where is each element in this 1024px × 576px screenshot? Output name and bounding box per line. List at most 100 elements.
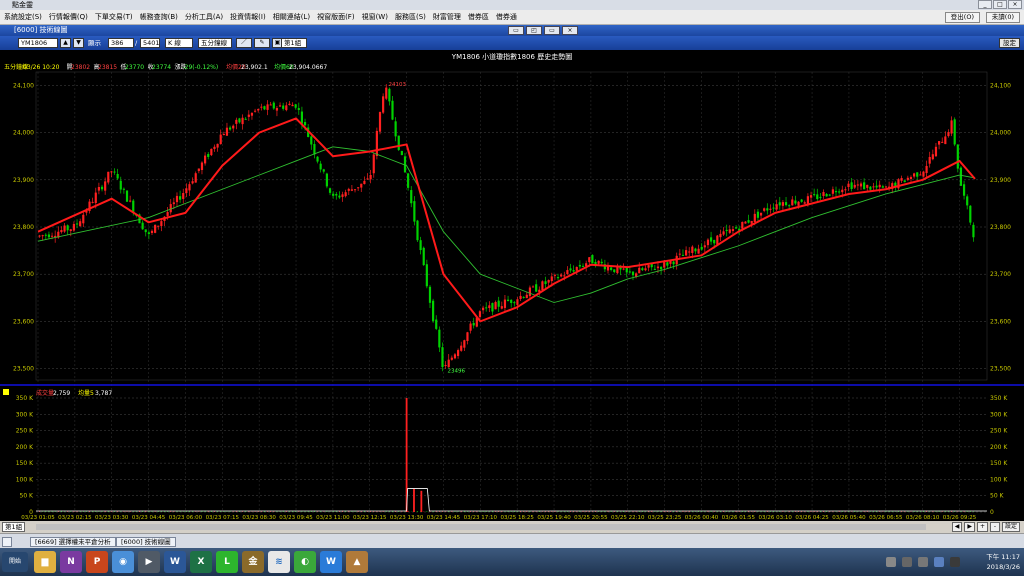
chart-window-restore-button[interactable]: ▭ <box>508 26 524 35</box>
candle-body <box>66 225 69 231</box>
group-label[interactable]: 第1組 <box>2 522 26 532</box>
candle-body <box>803 202 806 204</box>
candle-body <box>407 173 410 188</box>
logout-button[interactable]: 登出(O) <box>944 12 980 23</box>
chart-panel[interactable]: YM1806 小道瓊指數1806 歷史走勢圖 五分鐘線 03/26 10:20 開 23… <box>0 50 1024 521</box>
candle-body <box>853 184 856 188</box>
candle-body <box>185 188 188 193</box>
candle-body <box>419 240 422 251</box>
keyboard-tray-icon[interactable] <box>886 557 896 567</box>
candle-body <box>500 306 503 309</box>
candle-body <box>119 180 122 190</box>
power-tray-icon[interactable] <box>950 557 960 567</box>
up-arrow-icon[interactable]: ▲ <box>60 38 71 48</box>
menu-item-9[interactable]: 服務區(S) <box>395 10 426 25</box>
volume-tray-icon[interactable] <box>918 557 928 567</box>
page-select[interactable]: 第1組 <box>281 38 307 48</box>
menu-item-6[interactable]: 相關連結(L) <box>273 10 310 25</box>
price-tick-left: 23,900 <box>13 177 34 184</box>
total-count-input[interactable]: 5401 <box>140 38 160 48</box>
menu-item-0[interactable]: 系統設定(S) <box>4 10 42 25</box>
price-plot-frame <box>35 71 988 381</box>
info-datetime: 03/26 10:20 <box>23 64 60 71</box>
candle-body <box>722 231 725 235</box>
candle-body <box>856 184 859 186</box>
app-maximize-button[interactable]: □ <box>993 0 1007 9</box>
app-close-button[interactable]: × <box>1008 0 1022 9</box>
wps-icon[interactable]: W <box>320 551 342 573</box>
media-icon[interactable]: ▶ <box>138 551 160 573</box>
settings-button[interactable]: 設定 <box>999 38 1020 48</box>
tab-technical-chart[interactable]: [6000] 技術線圖 <box>116 537 176 547</box>
menu-item-3[interactable]: 帳務查詢(B) <box>140 10 178 25</box>
onenote-icon[interactable]: N <box>60 551 82 573</box>
candle-body <box>969 205 972 223</box>
menu-item-8[interactable]: 視窗(W) <box>362 10 388 25</box>
trading-app-icon[interactable]: 金 <box>242 551 264 573</box>
candle-body <box>909 177 913 179</box>
excel-icon[interactable]: X <box>190 551 212 573</box>
candlestick-chart[interactable]: YM1806 小道瓊指數1806 歷史走勢圖五分鐘線03/26 10:20 開23… <box>0 50 1024 521</box>
menu-item-1[interactable]: 行情報價(Q) <box>49 10 88 25</box>
menu-item-11[interactable]: 借券區 <box>468 10 489 25</box>
candle-body <box>681 254 685 256</box>
chart-window-tile-button[interactable]: ◰ <box>526 26 542 35</box>
menu-item-12[interactable]: 借券通 <box>496 10 517 25</box>
tab-scroll-icon[interactable] <box>2 537 12 547</box>
chrome-icon[interactable]: ◉ <box>112 551 134 573</box>
candle-body <box>691 246 694 253</box>
candle-body <box>456 350 460 356</box>
chart-title: YM1806 小道瓊指數1806 歷史走勢圖 <box>451 52 572 61</box>
scroll-left-button[interactable]: ◀ <box>951 522 963 532</box>
menu-item-2[interactable]: 下單交易(T) <box>95 10 133 25</box>
word-icon[interactable]: W <box>164 551 186 573</box>
fox-app-icon[interactable]: ▲ <box>346 551 368 573</box>
candle-body <box>310 136 313 145</box>
down-arrow-icon[interactable]: ▼ <box>73 38 84 48</box>
settings-button[interactable]: 設定 <box>1001 522 1020 532</box>
candle-body <box>644 268 647 271</box>
app-minimize-button[interactable]: _ <box>978 0 992 9</box>
menu-item-10[interactable]: 財富管理 <box>433 10 461 25</box>
powerpoint-icon[interactable]: P <box>86 551 108 573</box>
tab-options-analysis[interactable]: [6669] 選擇權未平倉分析 <box>30 537 116 547</box>
menu-item-7[interactable]: 視窗版面(F) <box>317 10 355 25</box>
candle-body <box>188 184 191 191</box>
symbol-select[interactable]: YM1806 <box>18 38 58 48</box>
candle-body <box>781 202 785 206</box>
line-icon[interactable]: L <box>216 551 238 573</box>
pen-icon[interactable]: ✎ <box>254 38 270 48</box>
menu-item-4[interactable]: 分析工具(A) <box>185 10 223 25</box>
zoom-in-button[interactable]: + <box>976 522 988 532</box>
candle-body <box>944 136 947 145</box>
price-tick-left: 24,100 <box>13 82 34 89</box>
candle-body <box>447 359 450 368</box>
folder-icon[interactable]: ▆ <box>34 551 56 573</box>
horizontal-scrollbar[interactable] <box>36 524 926 530</box>
chart-window-close-button[interactable]: × <box>562 26 578 35</box>
language-tray-icon[interactable] <box>934 557 944 567</box>
green-app-icon[interactable]: ◐ <box>294 551 316 573</box>
candle-body <box>688 251 691 253</box>
scroll-right-button[interactable]: ▶ <box>964 522 975 532</box>
zoom-out-button[interactable]: - <box>989 522 1000 532</box>
chart-window-minimize-button[interactable]: ▭ <box>544 26 560 35</box>
network-tray-icon[interactable] <box>902 557 912 567</box>
start-button[interactable]: 開始 <box>2 552 28 572</box>
candle-body <box>784 202 788 206</box>
candle-body <box>116 174 119 179</box>
menu-item-5[interactable]: 投資情報(I) <box>230 10 266 25</box>
system-clock[interactable]: 下午 11:17 2018/3/26 <box>986 552 1020 572</box>
interval-select[interactable]: 五分鐘線 <box>198 38 232 48</box>
candle-body <box>303 121 307 126</box>
volume-tick-right: 350 K <box>990 395 1008 402</box>
draw-line-icon[interactable]: ／ <box>236 38 252 48</box>
volume-collapse-icon[interactable] <box>3 389 9 395</box>
candle-body <box>728 229 731 233</box>
candle-body <box>535 284 538 292</box>
display-count-input[interactable]: 386 <box>108 38 134 48</box>
volume-ma-line <box>36 488 987 512</box>
stream-icon[interactable]: ≋ <box>268 551 290 573</box>
unread-button[interactable]: 未讀(0) <box>985 12 1020 23</box>
chart-type-select[interactable]: K 線 <box>165 38 193 48</box>
